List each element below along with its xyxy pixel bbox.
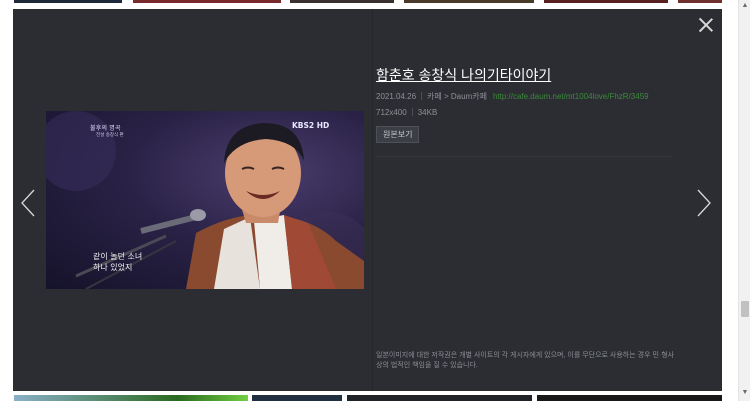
scroll-up-arrow-icon[interactable]: ▲ (741, 2, 749, 10)
thumbnail-strip-top (0, 0, 738, 9)
thumbnail[interactable] (252, 395, 342, 401)
thumbnail[interactable] (537, 395, 722, 401)
preview-image[interactable]: 불후의 명곡 전설 송창식 편 KBS2 HD 같이 놀던 소녀 하나 있었지 (46, 111, 364, 289)
info-divider (376, 156, 672, 157)
close-icon[interactable] (697, 16, 715, 34)
thumbnail[interactable] (290, 0, 394, 3)
source-url-link[interactable]: http://cafe.daum.net/mt1004love/FhzR/345… (493, 92, 649, 101)
thumbnail-strip-bottom (0, 392, 738, 401)
separator (421, 92, 423, 100)
selected-thumb-caret (641, 12, 653, 18)
thumbnail[interactable] (544, 0, 668, 3)
view-original-button[interactable]: 원본보기 (376, 126, 420, 143)
broadcast-title: 불후의 명곡 (90, 125, 121, 132)
chevron-left-icon[interactable] (21, 189, 35, 217)
subtitle-caption-line-1: 같이 놀던 소녀 (93, 252, 143, 261)
panel-divider (372, 9, 373, 391)
thumbnail[interactable] (14, 0, 122, 3)
channel-logo: KBS2 HD (292, 121, 330, 130)
thumbnail[interactable] (347, 395, 532, 401)
image-viewer-panel: 불후의 명곡 전설 송창식 편 KBS2 HD 같이 놀던 소녀 하나 있었지 (13, 9, 722, 391)
copyright-notice: 일본이미지에 대한 저작권은 개별 사이트의 각 게시자에게 있으며, 이를 무… (376, 352, 675, 369)
image-dimensions-row: 712x400 34KB (376, 108, 437, 117)
source-category: 카페 > Daum카페 (427, 92, 487, 101)
scroll-down-arrow-icon[interactable]: ▼ (741, 389, 749, 397)
image-title-link[interactable]: 함춘호 송창식 나의기타이야기 (376, 65, 551, 85)
separator (411, 108, 413, 116)
thumbnail[interactable] (404, 0, 534, 3)
page-scrollbar[interactable]: ▲ ▼ (738, 0, 750, 401)
scroll-thumb[interactable] (741, 301, 749, 317)
image-file-size: 34KB (417, 108, 438, 117)
image-meta: 2021.04.26 카페 > Daum카페 http://cafe.daum.ne… (376, 91, 649, 102)
thumbnail[interactable] (14, 395, 248, 401)
subtitle-caption-line-2: 하나 있었지 (93, 263, 133, 272)
broadcast-subtitle: 전설 송창식 편 (96, 133, 124, 138)
image-date: 2021.04.26 (376, 92, 417, 101)
thumbnail[interactable] (678, 0, 722, 3)
thumbnail[interactable] (133, 0, 281, 3)
image-dimensions: 712x400 (376, 108, 407, 117)
chevron-right-icon[interactable] (697, 189, 711, 217)
